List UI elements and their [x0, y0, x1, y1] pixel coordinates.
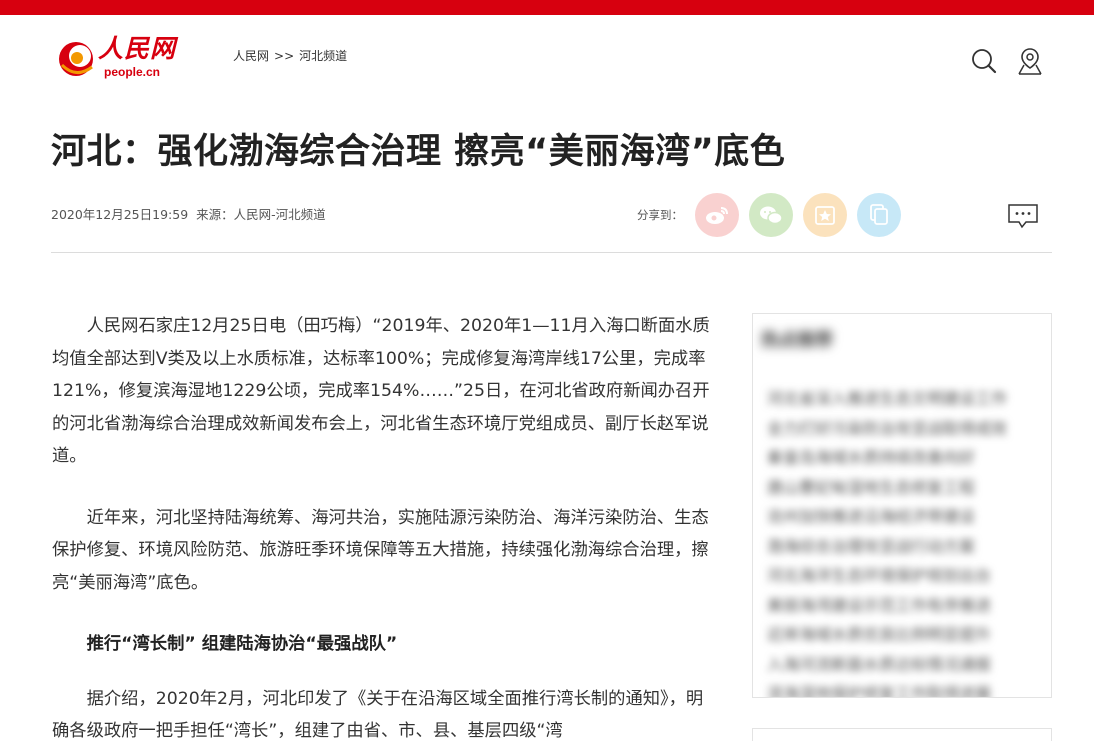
article-paragraph: 据介绍，2020年2月，河北印发了《关于在沿海区域全面推行湾长制的通知》，明确各… — [52, 688, 704, 741]
sidebar-list: 河北省深入推进生态文明建设工作 全力打好污染防治攻坚战取得成效 秦皇岛海域水质持… — [767, 384, 1039, 697]
logo-domain[interactable]: people.cn — [104, 65, 160, 79]
favorite-icon — [815, 206, 835, 225]
source-link[interactable]: 来源：人民网-河北频道 — [196, 207, 326, 222]
article-title: 河北：强化渤海综合治理 擦亮“美丽海湾”底色 — [51, 132, 786, 172]
sidebar-link[interactable]: 唐山曹妃甸湿地生态修复工程 — [767, 473, 1039, 503]
sidebar-link[interactable]: 入海河流断面水质达标情况通报 — [767, 650, 1039, 680]
top-red-bar — [0, 0, 1094, 15]
share-copy-button[interactable] — [857, 193, 901, 237]
copy-icon — [870, 204, 888, 225]
share-label: 分享到： — [637, 208, 683, 222]
logo-wordmark[interactable]: 人民网 — [98, 34, 176, 64]
sidebar-title: 热点推荐 — [761, 330, 833, 351]
publish-date: 2020年12月25日19:59 — [51, 207, 189, 222]
sidebar-link[interactable]: 河北海洋生态环境保护规划出台 — [767, 561, 1039, 591]
share-favorite-button[interactable] — [803, 193, 847, 237]
article-subheading: 推行“湾长制” 组建陆海协治“最强战队” — [86, 634, 398, 654]
sidebar-second-box — [752, 728, 1052, 741]
share-weibo-button[interactable] — [695, 193, 739, 237]
breadcrumb-channel-link[interactable]: 河北频道 — [299, 49, 347, 63]
breadcrumb-home-link[interactable]: 人民网 — [233, 49, 269, 63]
sidebar-link[interactable]: 秦皇岛海域水质持续改善向好 — [767, 443, 1039, 473]
article-body: 人民网石家庄12月25日电（田巧梅）“2019年、2020年1—11月入海口断面… — [52, 310, 712, 741]
sidebar-link[interactable]: 滨海湿地保护修复工作取得进展 — [767, 679, 1039, 697]
search-icon[interactable] — [969, 46, 999, 76]
sidebar-link[interactable]: 沧州加快推进沿海经济带建设 — [767, 502, 1039, 532]
share-wechat-button[interactable] — [749, 193, 793, 237]
comment-icon[interactable] — [1007, 203, 1039, 229]
article-meta: 2020年12月25日19:59 来源：人民网-河北频道 — [51, 206, 326, 224]
header-divider — [51, 252, 1052, 253]
breadcrumb: 人民网 >> 河北频道 — [233, 48, 347, 64]
sidebar-link[interactable]: 全力打好污染防治攻坚战取得成效 — [767, 414, 1039, 444]
breadcrumb-separator: >> — [274, 49, 295, 63]
sidebar-link[interactable]: 渤海综合治理攻坚战行动方案 — [767, 532, 1039, 562]
weibo-icon — [706, 207, 728, 224]
article-paragraph: 人民网石家庄12月25日电（田巧梅）“2019年、2020年1—11月入海口断面… — [52, 316, 710, 466]
sidebar-link[interactable]: 河北省深入推进生态文明建设工作 — [767, 384, 1039, 414]
sidebar-link[interactable]: 近岸海域水质优良比例明显提升 — [767, 620, 1039, 650]
sidebar-recommend-box: 热点推荐 河北省深入推进生态文明建设工作 全力打好污染防治攻坚战取得成效 秦皇岛… — [752, 313, 1052, 698]
wechat-icon — [760, 206, 783, 225]
location-icon[interactable] — [1015, 46, 1045, 76]
article-paragraph: 近年来，河北坚持陆海统筹、海河共治，实施陆源污染防治、海洋污染防治、生态保护修复… — [52, 507, 709, 593]
sidebar-link[interactable]: 美丽海湾建设示范工作有序推进 — [767, 591, 1039, 621]
